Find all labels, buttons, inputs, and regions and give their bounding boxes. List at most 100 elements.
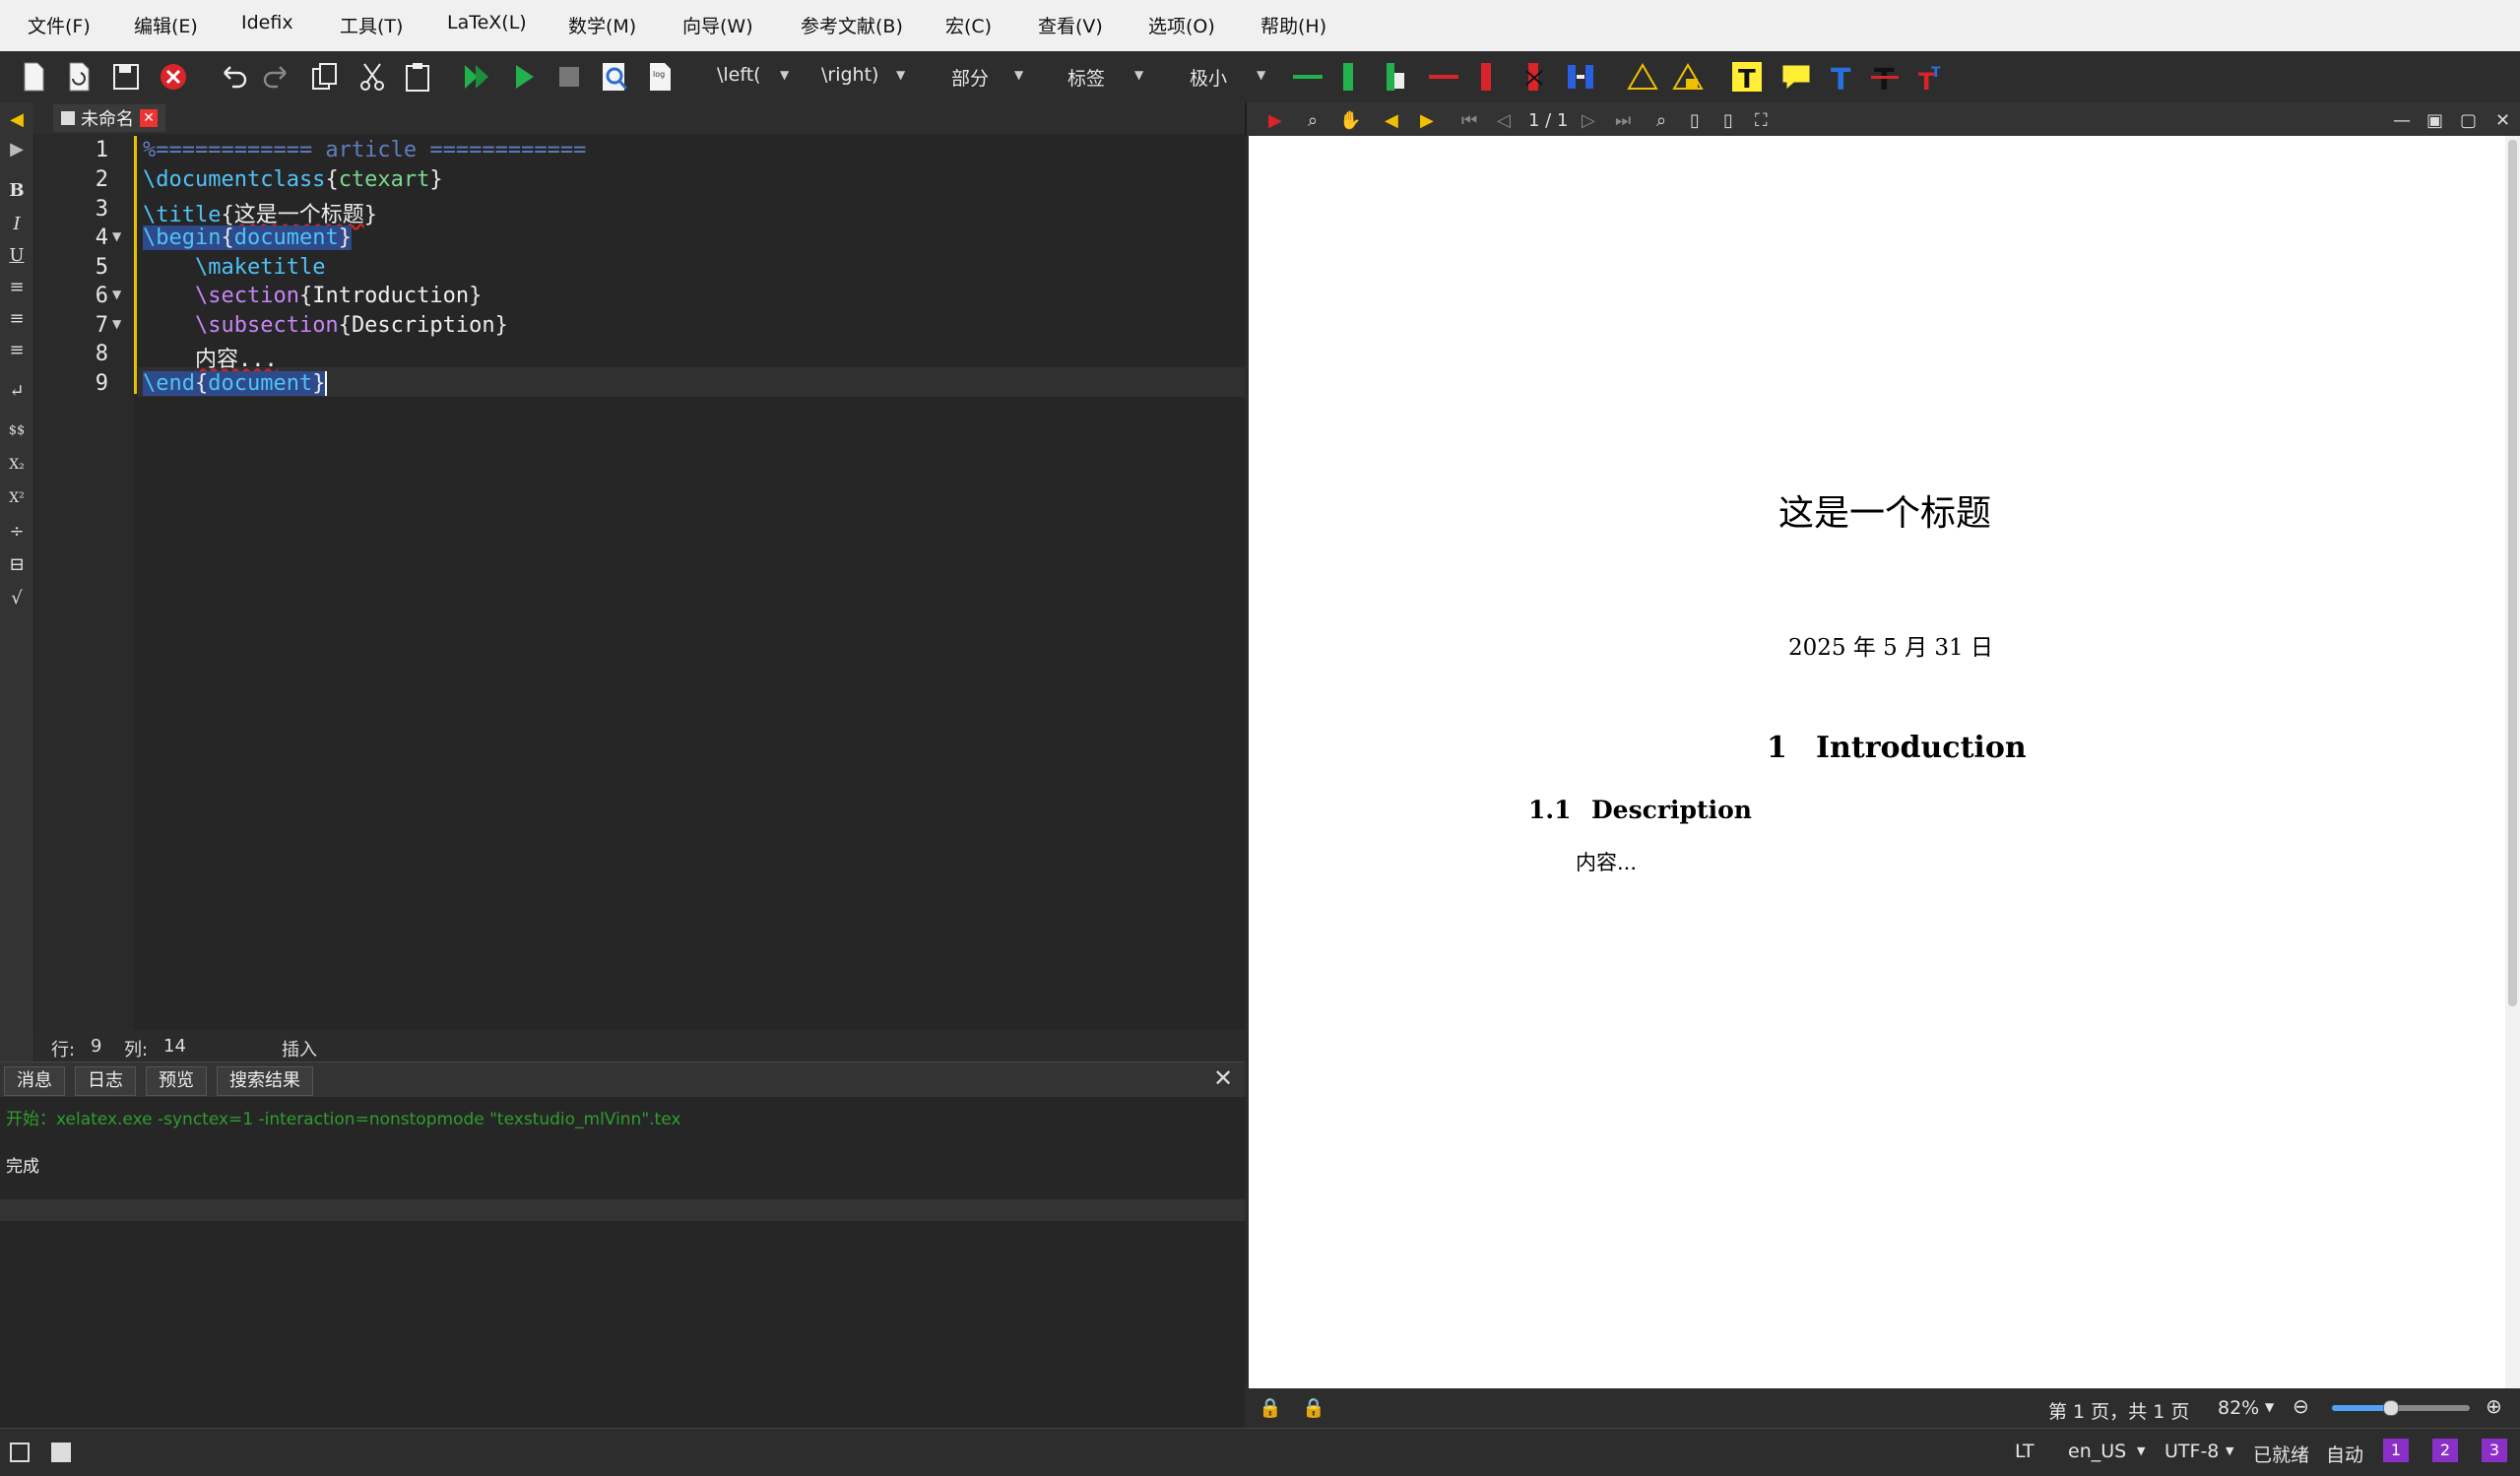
prev-page-icon[interactable]: ◁: [1497, 110, 1511, 131]
minimize-icon[interactable]: —: [2393, 110, 2411, 131]
redo-icon[interactable]: [260, 59, 295, 95]
tab-search-results[interactable]: 搜索结果: [217, 1066, 313, 1096]
size-combo[interactable]: 极小: [1190, 64, 1227, 91]
build-and-view-icon[interactable]: [459, 59, 494, 95]
page-indicator[interactable]: 1 / 1: [1528, 110, 1568, 131]
tab-log[interactable]: 日志: [75, 1066, 136, 1096]
newline-icon[interactable]: ↵: [5, 380, 29, 404]
tab-preview[interactable]: 预览: [146, 1066, 207, 1096]
back-icon[interactable]: ◀: [1385, 110, 1398, 131]
arrow-left-icon[interactable]: ◀: [5, 108, 29, 132]
compile-icon[interactable]: [506, 59, 542, 95]
align-right-icon[interactable]: ≡: [5, 339, 29, 362]
zoom-out-icon[interactable]: ⊖: [2293, 1394, 2309, 1418]
languagetool-indicator[interactable]: LT: [2015, 1441, 2035, 1462]
insert-mode[interactable]: 插入: [282, 1036, 317, 1061]
bookmark-down-icon[interactable]: [1670, 59, 1706, 95]
comment-icon[interactable]: [1778, 59, 1814, 95]
copy-icon[interactable]: [307, 59, 343, 95]
close-document-icon[interactable]: [156, 59, 191, 95]
last-page-icon[interactable]: ⏭: [1615, 110, 1631, 131]
pdf-page[interactable]: 这是一个标题 2025 年 5 月 31 日 1 Introduction 1.…: [1249, 136, 2505, 1388]
vline-icon[interactable]: [1331, 59, 1367, 95]
hline-icon[interactable]: [1290, 59, 1325, 95]
paste-icon[interactable]: [400, 59, 435, 95]
bookmark-1-icon[interactable]: 1: [2383, 1439, 2409, 1462]
fullscreen-icon[interactable]: ⛶: [1755, 110, 1768, 131]
encoding[interactable]: UTF-8: [2165, 1441, 2219, 1462]
fraction-icon[interactable]: ÷: [5, 520, 29, 544]
menu-tools[interactable]: 工具(T): [340, 12, 403, 38]
tab-messages[interactable]: 消息: [4, 1066, 65, 1096]
pdf-scrollbar[interactable]: [2505, 136, 2520, 1388]
double-page-icon[interactable]: ▯: [1723, 110, 1733, 131]
menu-idefix[interactable]: Idefix: [241, 12, 293, 33]
left-delimiter-combo[interactable]: \left(: [717, 64, 761, 86]
close-icon[interactable]: ✕: [1213, 1064, 1233, 1092]
stop-icon[interactable]: [551, 59, 587, 95]
save-icon[interactable]: [108, 59, 144, 95]
menu-bibliography[interactable]: 参考文献(B): [801, 12, 903, 38]
arrow-right-icon[interactable]: ▶: [5, 138, 29, 161]
replace-text-icon[interactable]: TT: [1914, 59, 1950, 95]
magnifier-icon[interactable]: ⌕: [1308, 110, 1318, 131]
close-tab-icon[interactable]: ✕: [140, 109, 158, 127]
italic-icon[interactable]: I: [5, 213, 29, 236]
menu-wizards[interactable]: 向导(W): [682, 12, 753, 38]
superscript-icon[interactable]: X²: [5, 486, 29, 510]
chevron-down-icon[interactable]: ▼: [1257, 68, 1265, 82]
scrollbar-thumb[interactable]: [2508, 140, 2517, 1006]
bookmark-3-icon[interactable]: 3: [2482, 1439, 2507, 1462]
menu-macros[interactable]: 宏(C): [945, 12, 992, 38]
zoom-level[interactable]: 82%: [2218, 1397, 2259, 1419]
remove-column-icon[interactable]: [1469, 59, 1505, 95]
hand-icon[interactable]: ✋: [1339, 110, 1361, 131]
zoom-in-icon[interactable]: ⊕: [2486, 1394, 2502, 1418]
chevron-down-icon[interactable]: ▼: [1014, 68, 1023, 82]
right-delimiter-combo[interactable]: \right): [821, 64, 878, 86]
spell-language[interactable]: en_US: [2068, 1441, 2126, 1462]
bookmark-up-icon[interactable]: [1625, 59, 1660, 95]
cut-icon[interactable]: [355, 59, 390, 95]
align-columns-icon[interactable]: [1564, 59, 1599, 95]
menu-options[interactable]: 选项(O): [1148, 12, 1215, 38]
chevron-down-icon[interactable]: ▼: [2226, 1444, 2233, 1457]
add-column-icon[interactable]: [1379, 59, 1414, 95]
menu-view[interactable]: 查看(V): [1038, 12, 1103, 38]
chevron-down-icon[interactable]: ▼: [896, 68, 905, 82]
messages-toggle-icon[interactable]: [51, 1443, 71, 1462]
align-center-icon[interactable]: ≡: [5, 307, 29, 331]
underline-icon[interactable]: U: [5, 244, 29, 268]
auto-mode[interactable]: 自动: [2326, 1441, 2363, 1467]
search-icon[interactable]: ⌕: [1656, 110, 1666, 131]
open-file-icon[interactable]: [61, 59, 97, 95]
undo-icon[interactable]: [215, 59, 250, 95]
fold-icon[interactable]: ▼: [112, 317, 121, 331]
subscript-icon[interactable]: X₂: [5, 453, 29, 477]
remove-row-icon[interactable]: [1426, 59, 1461, 95]
embed-icon[interactable]: ▣: [2426, 110, 2443, 131]
lock-icon[interactable]: 🔒: [1302, 1396, 1325, 1419]
single-page-icon[interactable]: ▯: [1690, 110, 1700, 131]
view-pdf-icon[interactable]: [597, 59, 632, 95]
inline-math-icon[interactable]: $$: [5, 419, 29, 443]
menu-latex[interactable]: LaTeX(L): [447, 12, 527, 33]
structure-toggle-icon[interactable]: [10, 1443, 30, 1462]
menu-file[interactable]: 文件(F): [28, 12, 91, 38]
forward-icon[interactable]: ▶: [1420, 110, 1434, 131]
editor-tab[interactable]: 未命名 ✕: [53, 104, 165, 132]
dfrac-icon[interactable]: ⊟: [5, 553, 29, 577]
cut-column-icon[interactable]: [1517, 59, 1552, 95]
chevron-down-icon[interactable]: ▼: [2265, 1400, 2274, 1414]
strikeout-text-icon[interactable]: T: [1867, 59, 1903, 95]
bold-icon[interactable]: B: [5, 179, 29, 203]
zoom-slider[interactable]: [2332, 1400, 2470, 1416]
first-page-icon[interactable]: ⏮: [1461, 110, 1477, 131]
menu-edit[interactable]: 编辑(E): [134, 12, 198, 38]
lock-icon[interactable]: 🔒: [1259, 1396, 1282, 1419]
text-blue-icon[interactable]: T: [1824, 59, 1859, 95]
label-combo[interactable]: 标签: [1067, 64, 1105, 91]
chevron-down-icon[interactable]: ▼: [780, 68, 789, 82]
view-log-icon[interactable]: log: [642, 59, 678, 95]
sqrt-icon[interactable]: √: [5, 587, 29, 610]
